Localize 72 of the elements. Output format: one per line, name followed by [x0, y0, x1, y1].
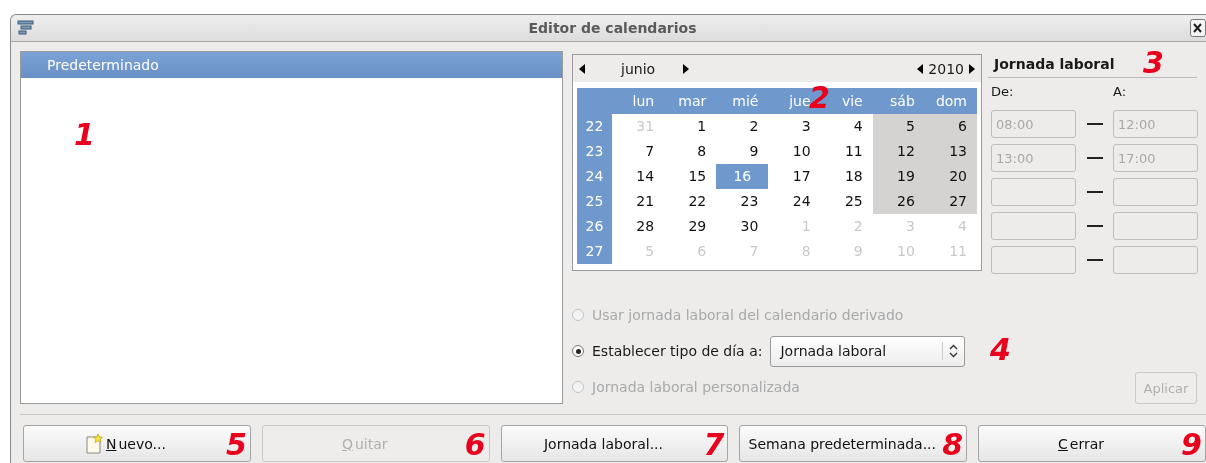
next-year-icon[interactable]: [969, 63, 975, 74]
callout-number: 3: [1143, 48, 1164, 78]
next-month-icon[interactable]: [683, 63, 690, 74]
callout-number: 4: [990, 335, 1011, 365]
day-cell[interactable]: 4: [820, 114, 873, 139]
callout-number: 1: [74, 120, 95, 150]
callout-number: 8: [942, 430, 964, 460]
day-cell[interactable]: 13: [924, 139, 977, 164]
day-cell[interactable]: 21: [612, 189, 665, 214]
day-cell[interactable]: 9: [716, 139, 769, 164]
dash-icon: [1086, 259, 1103, 261]
day-cell[interactable]: 2: [716, 114, 769, 139]
weekday-header: mié: [716, 88, 769, 114]
day-cell[interactable]: 12: [872, 139, 925, 164]
day-cell[interactable]: 20: [924, 164, 977, 189]
week-number: 23: [577, 139, 612, 164]
day-cell[interactable]: 29: [664, 214, 717, 239]
weekday-header: lun: [612, 88, 665, 114]
day-cell[interactable]: 27: [924, 189, 977, 214]
day-cell[interactable]: 11: [820, 139, 873, 164]
dash-icon: [1086, 157, 1103, 159]
day-cell[interactable]: 14: [612, 164, 665, 189]
day-cell[interactable]: 23: [716, 189, 769, 214]
new-document-icon: [85, 433, 104, 454]
day-cell[interactable]: 7: [612, 139, 665, 164]
radio-label[interactable]: Establecer tipo de día a:: [592, 343, 763, 359]
day-cell[interactable]: 30: [716, 214, 769, 239]
day-cell[interactable]: 10: [768, 139, 821, 164]
day-cell[interactable]: 1: [664, 114, 717, 139]
day-cell[interactable]: 19: [872, 164, 925, 189]
callout-number: 7: [703, 430, 725, 460]
week-number: 25: [577, 189, 612, 214]
day-cell[interactable]: 18: [820, 164, 873, 189]
app-icon: [17, 20, 35, 36]
from-label: De:: [991, 84, 1015, 101]
week-number: 27: [577, 239, 612, 264]
callout-number: 9: [1181, 430, 1202, 460]
year-label: 2010: [928, 60, 964, 77]
day-cell[interactable]: 24: [768, 189, 821, 214]
weekday-header: mar: [664, 88, 717, 114]
day-cell[interactable]: 15: [664, 164, 717, 189]
day-cell[interactable]: 8: [664, 139, 717, 164]
callout-number: 6: [464, 430, 486, 460]
dash-icon: [1086, 225, 1103, 227]
day-cell[interactable]: 5: [872, 114, 925, 139]
week-number: 26: [577, 214, 612, 239]
day-cell[interactable]: 26: [872, 189, 925, 214]
dialog-button[interactable]: Cerrar 9: [978, 425, 1206, 462]
weekday-header: sáb: [872, 88, 925, 114]
to-label: A:: [1113, 84, 1128, 101]
day-cell[interactable]: 3: [768, 114, 821, 139]
radio-button[interactable]: [572, 345, 584, 357]
day-cell[interactable]: 17: [768, 164, 821, 189]
dialog-button[interactable]: Jornada laboral... 7: [500, 425, 729, 462]
day-cell[interactable]: 22: [664, 189, 717, 214]
dialog-button[interactable]: Semana predeterminada... 8: [739, 425, 968, 462]
day-cell[interactable]: 28: [612, 214, 665, 239]
window-title: Editor de calendarios: [527, 20, 698, 36]
day-cell[interactable]: 6: [924, 114, 977, 139]
previous-year-icon[interactable]: [917, 63, 924, 74]
callout-number: 5: [225, 430, 247, 460]
previous-month-icon[interactable]: [579, 63, 585, 74]
close-icon[interactable]: [1190, 19, 1206, 37]
section-title: Jornada laboral: [994, 56, 1115, 72]
dash-icon: [1086, 191, 1103, 193]
week-number: 22: [577, 114, 612, 139]
dash-icon: [1086, 123, 1103, 125]
month-label: junio: [621, 60, 656, 77]
week-number: 24: [577, 164, 612, 189]
day-cell[interactable]: 25: [820, 189, 873, 214]
day-type-dropdown[interactable]: Jornada laboral: [770, 335, 966, 367]
weekday-header: dom: [924, 88, 977, 114]
